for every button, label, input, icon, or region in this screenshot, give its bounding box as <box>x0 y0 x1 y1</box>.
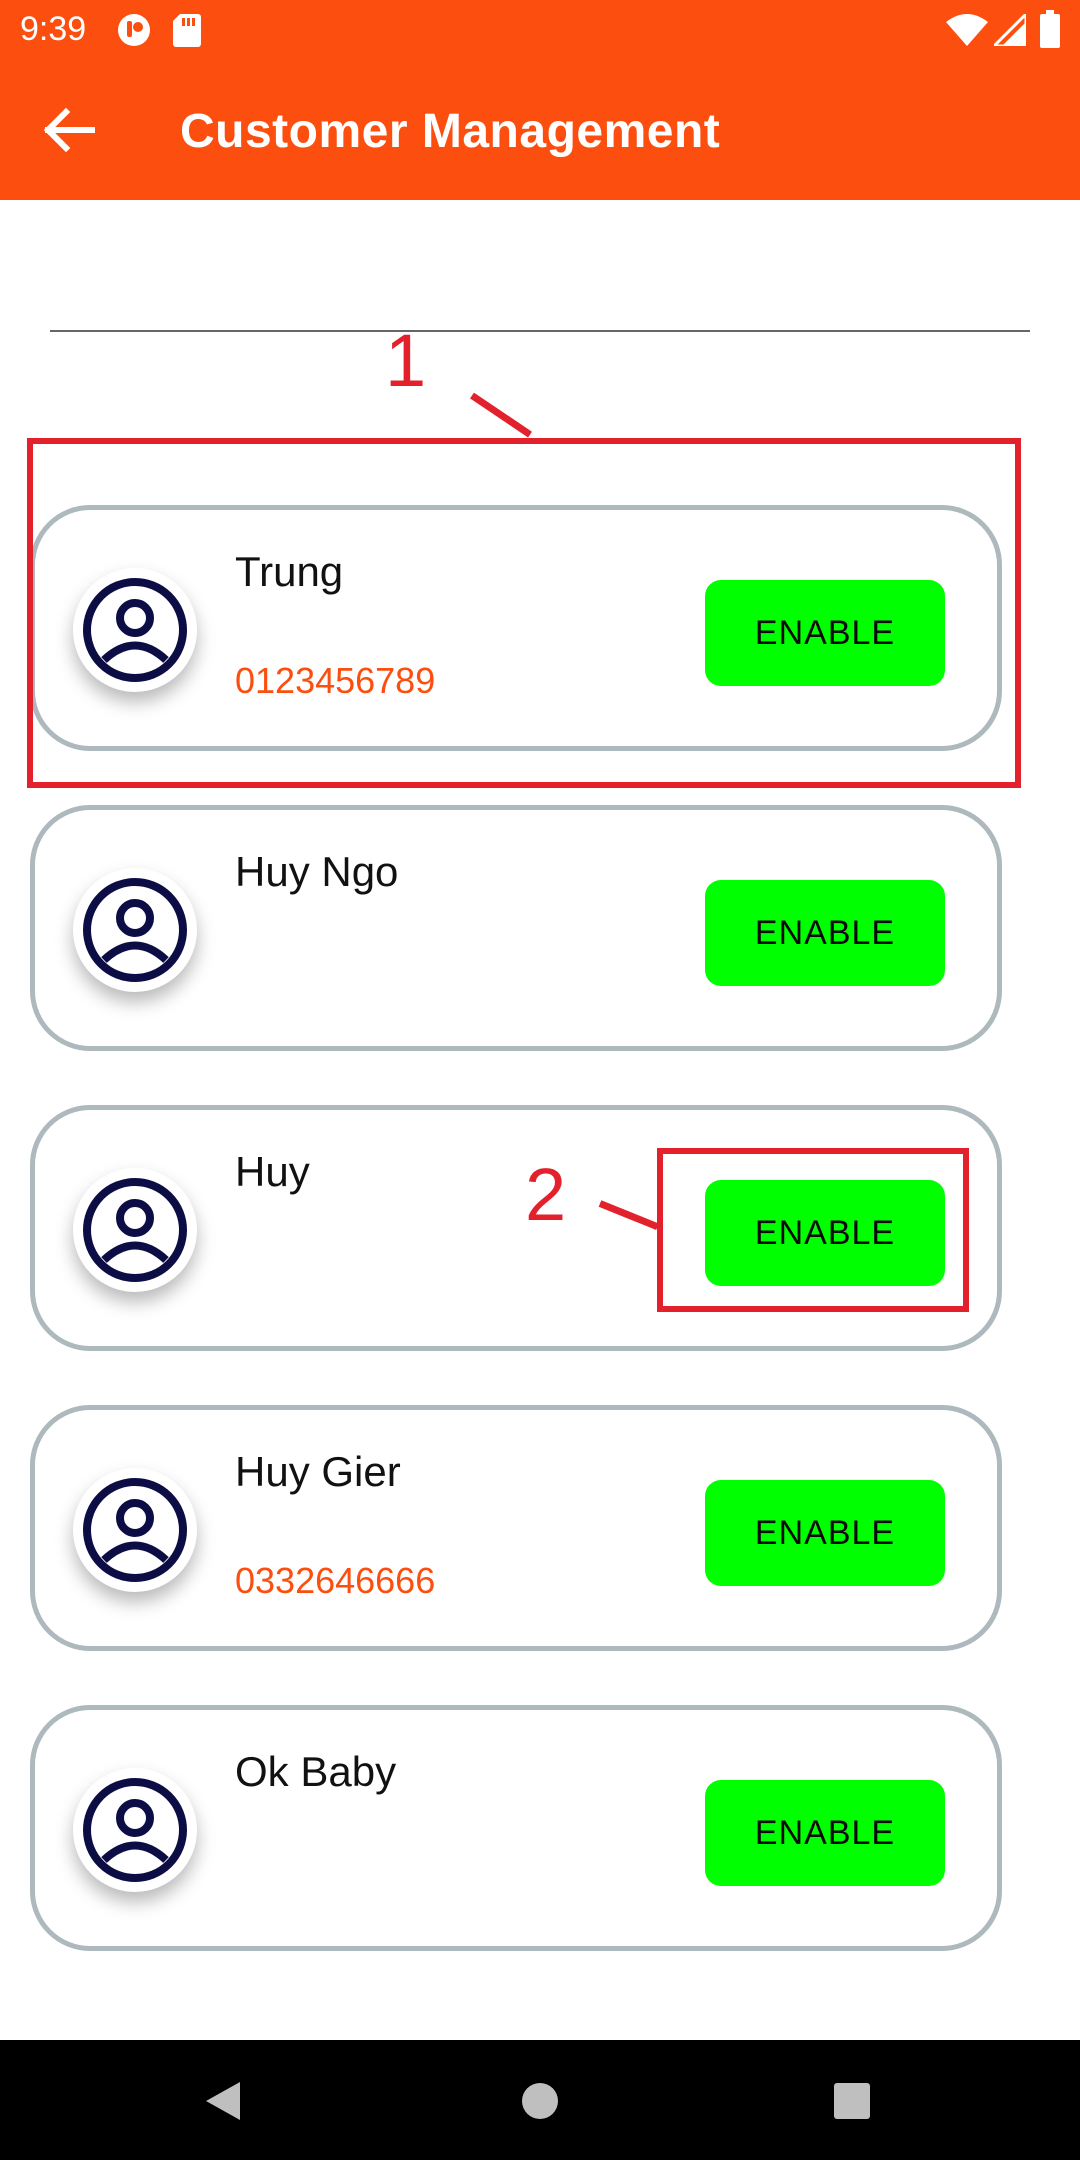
customer-card: Huy Ngo ENABLE <box>30 805 1002 1051</box>
search-input[interactable] <box>50 260 1030 326</box>
recents-square-icon <box>834 2083 870 2119</box>
customer-name: Huy Ngo <box>235 848 399 895</box>
nav-back-button[interactable] <box>166 2040 286 2160</box>
app-bar: Customer Management <box>0 60 1080 200</box>
avatar <box>73 1168 197 1292</box>
customer-card: Ok Baby ENABLE <box>30 1705 1002 1951</box>
customer-name: Huy Gier <box>235 1448 401 1495</box>
podcast-icon <box>116 12 152 53</box>
annotation-pointer-1 <box>470 392 532 438</box>
customer-name: Ok Baby <box>235 1748 397 1795</box>
enable-button[interactable]: ENABLE <box>705 1480 945 1586</box>
annotation-label-2: 2 <box>525 1153 567 1236</box>
home-circle-icon <box>522 2083 558 2119</box>
enable-button[interactable]: ENABLE <box>705 880 945 986</box>
signal-icon <box>990 10 1028 51</box>
customer-phone: 0332646666 <box>235 1560 436 1601</box>
back-button[interactable] <box>30 98 110 162</box>
customer-name: Huy <box>235 1148 310 1195</box>
annotation-box-1 <box>27 438 1021 788</box>
navigation-bar <box>0 2040 1080 2160</box>
avatar <box>73 1468 197 1592</box>
nav-recents-button[interactable] <box>792 2040 912 2160</box>
avatar <box>73 1768 197 1892</box>
battery-icon <box>1040 10 1060 53</box>
page-title: Customer Management <box>180 105 721 158</box>
sd-card-icon <box>172 12 202 53</box>
status-bar: 9:39 <box>0 0 1080 60</box>
search-underline <box>50 330 1030 332</box>
account-circle-icon <box>83 1178 187 1282</box>
account-circle-icon <box>83 1778 187 1882</box>
avatar <box>73 868 197 992</box>
account-circle-icon <box>83 1478 187 1582</box>
nav-home-button[interactable] <box>480 2040 600 2160</box>
annotation-label-1: 1 <box>385 319 427 402</box>
back-triangle-icon <box>206 2082 240 2120</box>
status-time: 9:39 <box>20 10 87 48</box>
arrow-left-icon <box>43 107 95 153</box>
annotation-box-2 <box>657 1148 969 1312</box>
wifi-icon <box>946 14 988 51</box>
account-circle-icon <box>83 878 187 982</box>
customer-card: Huy Gier 0332646666 ENABLE <box>30 1405 1002 1651</box>
enable-button[interactable]: ENABLE <box>705 1780 945 1886</box>
